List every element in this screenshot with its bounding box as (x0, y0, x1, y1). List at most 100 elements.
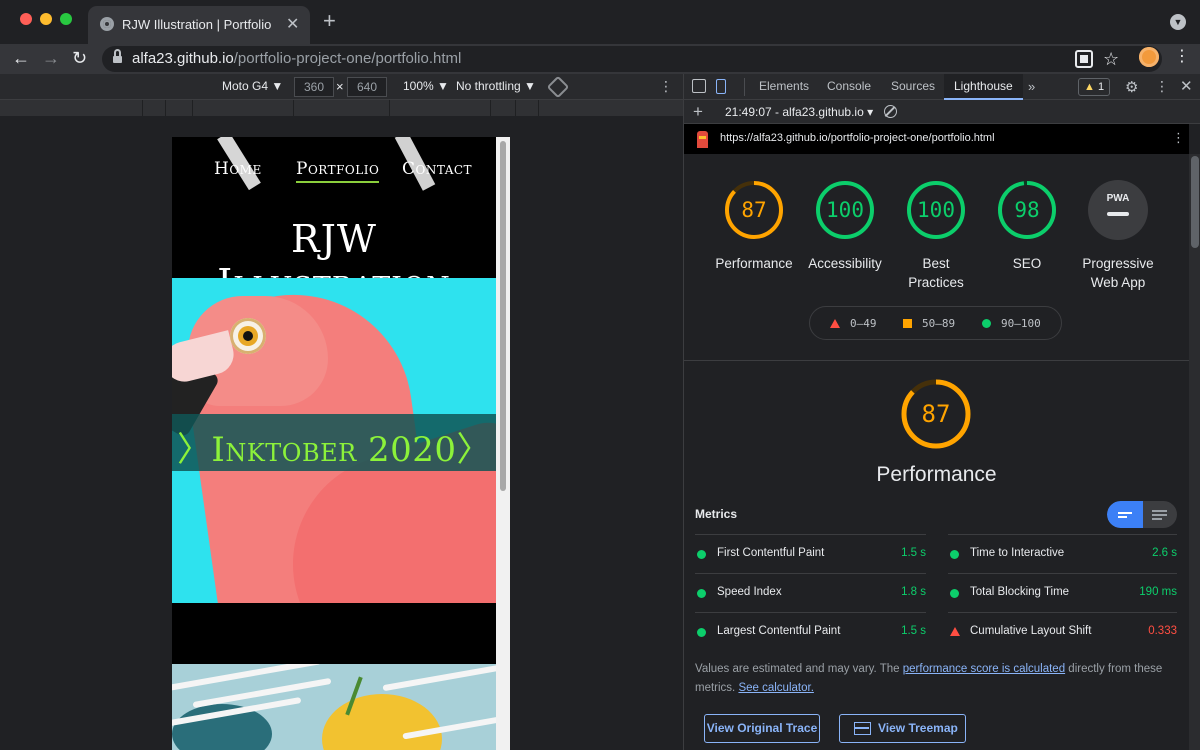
tab-close-icon[interactable]: ✕ (286, 14, 299, 34)
media-query-segment[interactable] (142, 100, 166, 116)
pwa-badge-icon: PWA (1088, 180, 1148, 240)
more-tabs-icon[interactable]: » (1028, 79, 1035, 94)
view-treemap-button[interactable]: View Treemap (839, 714, 966, 743)
report-menu-icon[interactable]: ⋮ (1172, 130, 1185, 146)
score-calculated-link[interactable]: performance score is calculated (903, 663, 1065, 675)
gauge-seo[interactable]: 98 SEO (982, 180, 1072, 273)
tab-search-icon[interactable]: ▼ (1170, 14, 1186, 30)
warnings-badge[interactable]: ▲ 1 (1078, 78, 1111, 96)
clear-reports-icon[interactable] (884, 105, 897, 118)
gallery-image[interactable] (172, 664, 496, 750)
qr-code-icon[interactable] (1075, 50, 1093, 68)
gauge-score: 100 (917, 198, 955, 222)
metric-pass-icon (950, 589, 959, 598)
hero-banner-link[interactable]: 〉Inktober 2020〉 (172, 422, 496, 471)
page-scrollbar[interactable] (496, 137, 510, 750)
media-query-segment[interactable] (515, 100, 539, 116)
url-host: alfa23.github.io (132, 50, 234, 67)
device-select[interactable]: Moto G4 ▼ (222, 79, 283, 93)
throttling-select[interactable]: No throttling ▼ (456, 79, 536, 93)
gauge-ring: 98 (998, 181, 1056, 239)
metric-value: 0.333 (1148, 625, 1177, 637)
devtools-menu-icon[interactable]: ⋮ (1155, 78, 1169, 95)
devtools-tabbar: Elements Console Sources Lighthouse » ▲ … (684, 74, 1200, 100)
gauge-score: 100 (826, 198, 864, 222)
device-toggle-icon[interactable] (716, 79, 726, 94)
lighthouse-scrollbar[interactable] (1189, 154, 1200, 750)
expanded-view-icon (1152, 514, 1167, 516)
settings-gear-icon[interactable]: ⚙ (1125, 78, 1138, 96)
reload-icon[interactable]: ↻ (72, 48, 87, 68)
tab-sources[interactable]: Sources (881, 74, 945, 100)
hero-image-flamingo[interactable]: 〉Inktober 2020〉 (172, 278, 496, 603)
gauge-accessibility[interactable]: 100 Accessibility (800, 180, 890, 273)
metric-pass-icon (697, 628, 706, 637)
metric-name: Time to Interactive (970, 547, 1065, 559)
lock-icon[interactable] (113, 49, 122, 64)
browser-menu-icon[interactable]: ⋮ (1174, 48, 1190, 66)
new-report-button[interactable]: + (693, 102, 703, 122)
gallery-image-shape (322, 694, 442, 750)
address-url[interactable]: alfa23.github.io/portfolio-project-one/p… (132, 50, 461, 67)
inspect-element-icon[interactable] (692, 79, 706, 93)
devtools-panel: Elements Console Sources Lighthouse » ▲ … (683, 74, 1200, 750)
report-selector[interactable]: 21:49:07 - alfa23.github.io ▾ (725, 105, 873, 119)
forward-icon[interactable]: → (42, 48, 60, 68)
divider (744, 78, 745, 96)
toggle-compact-view[interactable] (1107, 501, 1143, 528)
metric-name: First Contentful Paint (717, 547, 825, 559)
devtools-close-icon[interactable]: ✕ (1180, 77, 1193, 95)
metrics-note: Values are estimated and may vary. The p… (695, 660, 1180, 698)
tab-console[interactable]: Console (817, 74, 881, 100)
media-query-segment[interactable] (389, 100, 491, 116)
page-scrollbar-thumb[interactable] (500, 141, 506, 491)
device-height-input[interactable]: 640 (347, 77, 387, 97)
lighthouse-scrollbar-thumb[interactable] (1191, 156, 1199, 248)
metric-name: Cumulative Layout Shift (970, 625, 1092, 637)
metric-row: First Contentful Paint 1.5 s (695, 534, 926, 573)
gauge-performance[interactable]: 87 Performance (709, 180, 799, 273)
metric-pass-icon (697, 589, 706, 598)
site-nav-contact[interactable]: Contact (402, 159, 472, 179)
gauge-best-practices[interactable]: 100 Best Practices (891, 180, 981, 292)
gauge-label: Performance (715, 256, 793, 271)
zoom-select[interactable]: 100% ▼ (403, 79, 449, 93)
metric-row: Speed Index 1.8 s (695, 573, 926, 612)
gauge-score: 87 (741, 198, 766, 222)
tab-lighthouse[interactable]: Lighthouse (944, 74, 1023, 100)
dimension-separator: × (336, 79, 344, 94)
back-icon[interactable]: ← (12, 48, 30, 68)
site-nav-home[interactable]: Home (214, 159, 262, 179)
device-width-input[interactable]: 360 (294, 77, 334, 97)
window-minimize-button[interactable] (40, 13, 52, 25)
window-close-button[interactable] (20, 13, 32, 25)
treemap-icon (854, 722, 871, 735)
media-query-bar[interactable] (0, 100, 683, 116)
hero-banner[interactable]: 〉Inktober 2020〉 (172, 414, 496, 471)
metrics-view-toggle[interactable] (1107, 501, 1177, 528)
gauge-label: Best Practices (908, 256, 964, 290)
new-tab-button[interactable]: + (323, 10, 336, 32)
site-nav-portfolio[interactable]: Portfolio (296, 159, 380, 183)
lighthouse-tested-url[interactable]: https://alfa23.github.io/portfolio-proje… (720, 132, 995, 144)
legend-pass: 90–100 (982, 317, 1041, 330)
metric-value: 1.8 s (901, 586, 926, 598)
metric-value: 2.6 s (1152, 547, 1177, 559)
see-calculator-link[interactable]: See calculator. (738, 682, 813, 694)
gauge-label: Progressive Web App (1082, 256, 1154, 290)
tab-elements[interactable]: Elements (749, 74, 819, 100)
media-query-segment[interactable] (192, 100, 294, 116)
rotate-icon[interactable] (546, 75, 570, 99)
legend-average: 50–89 (903, 317, 955, 330)
device-more-icon[interactable]: ⋮ (659, 78, 673, 95)
address-bar[interactable]: alfa23.github.io/portfolio-project-one/p… (102, 46, 1162, 72)
browser-tab[interactable]: RJW Illustration | Portfolio ✕ (88, 6, 310, 44)
lighthouse-url-bar: https://alfa23.github.io/portfolio-proje… (684, 124, 1189, 154)
gauge-pwa[interactable]: PWA Progressive Web App (1073, 180, 1163, 292)
window-maximize-button[interactable] (60, 13, 72, 25)
performance-score: 87 (922, 400, 951, 428)
metrics-heading: Metrics (695, 507, 738, 521)
profile-avatar[interactable] (1139, 47, 1159, 67)
view-original-trace-button[interactable]: View Original Trace (704, 714, 820, 743)
bookmark-star-icon[interactable]: ☆ (1103, 49, 1121, 69)
